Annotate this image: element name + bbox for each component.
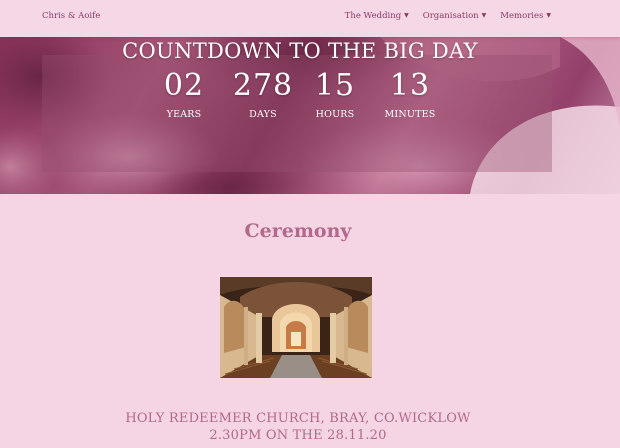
- church-interior-image: [220, 277, 372, 378]
- chevron-down-icon: ▼: [546, 12, 551, 19]
- church-photo: [220, 277, 372, 378]
- countdown-minutes: 13 MINUTES: [380, 68, 440, 121]
- hours-label: HOURS: [315, 109, 355, 120]
- countdown-years: 02 YEARS: [160, 68, 208, 121]
- countdown-title: COUNTDOWN TO THE BIG DAY: [122, 39, 478, 63]
- minutes-value: 13: [389, 68, 431, 103]
- nav-organisation-label: Organisation: [422, 11, 479, 21]
- years-value: 02: [163, 68, 205, 103]
- years-label: YEARS: [166, 109, 202, 120]
- nav-memories[interactable]: Memories ▼: [500, 11, 551, 21]
- nav-memories-label: Memories: [500, 11, 544, 21]
- ceremony-details: HOLY REDEEMER CHURCH, BRAY, CO.WICKLOW 2…: [0, 410, 596, 444]
- hours-value: 15: [314, 68, 356, 103]
- countdown-hours: 15 HOURS: [310, 68, 360, 121]
- countdown-days: 278 DAYS: [232, 68, 294, 121]
- ceremony-heading: Ceremony: [244, 220, 352, 242]
- days-label: DAYS: [249, 109, 277, 120]
- chevron-down-icon: ▼: [481, 12, 487, 19]
- nav-the-wedding-label: The Wedding: [344, 11, 402, 21]
- ceremony-time: 2.30PM ON THE 28.11.20: [209, 428, 387, 443]
- countdown-panel: [42, 55, 552, 172]
- nav-the-wedding[interactable]: The Wedding ▼: [345, 11, 409, 21]
- days-value: 278: [232, 68, 294, 103]
- nav-menu: The Wedding ▼ Organisation ▼ Memories ▼: [345, 11, 551, 21]
- brand-link[interactable]: Chris & Aoife: [42, 11, 100, 21]
- chevron-down-icon: ▼: [404, 12, 409, 19]
- navbar: Chris & Aoife The Wedding ▼ Organisation ▼…: [0, 0, 620, 37]
- venue-name: HOLY REDEEMER CHURCH, BRAY, CO.WICKLOW: [125, 411, 471, 426]
- minutes-label: MINUTES: [384, 109, 436, 120]
- nav-organisation[interactable]: Organisation ▼: [423, 11, 487, 21]
